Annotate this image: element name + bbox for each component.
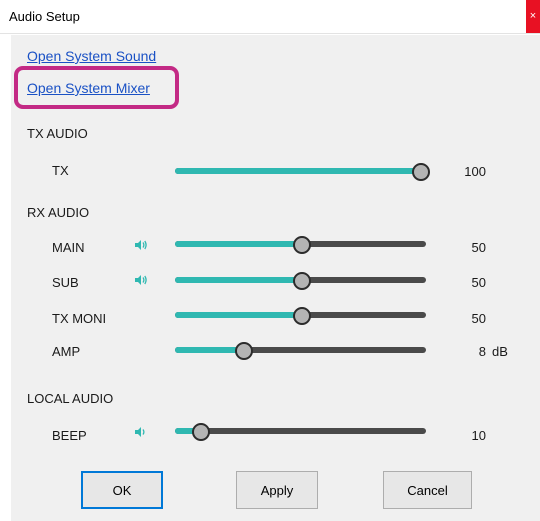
apply-button[interactable]: Apply: [236, 471, 318, 509]
title-bar: Audio Setup ×: [0, 0, 540, 34]
beep-slider-thumb[interactable]: [192, 423, 210, 441]
amp-label: AMP: [52, 344, 81, 359]
tx-audio-heading: TX AUDIO: [27, 126, 88, 141]
sub-speaker-icon[interactable]: [134, 273, 148, 287]
sub-slider-thumb[interactable]: [293, 272, 311, 290]
tx-slider[interactable]: [175, 163, 430, 181]
tx-moni-value: 50: [471, 311, 486, 326]
beep-value: 10: [471, 428, 486, 443]
main-speaker-icon[interactable]: [134, 238, 148, 252]
tx-moni-slider[interactable]: [175, 307, 426, 325]
cancel-button[interactable]: Cancel: [383, 471, 472, 509]
main-label: MAIN: [52, 240, 85, 255]
tx-moni-label: TX MONI: [52, 311, 107, 326]
local-audio-heading: LOCAL AUDIO: [27, 391, 114, 406]
tx-slider-thumb[interactable]: [412, 163, 430, 181]
amp-unit: dB: [492, 344, 508, 359]
ok-button[interactable]: OK: [81, 471, 163, 509]
sub-label: SUB: [52, 275, 79, 290]
tx-value: 100: [464, 164, 486, 179]
beep-label: BEEP: [52, 428, 87, 443]
sub-value: 50: [471, 275, 486, 290]
close-button[interactable]: ×: [526, 0, 540, 33]
beep-slider[interactable]: [175, 423, 426, 441]
amp-slider[interactable]: [175, 342, 426, 360]
beep-speaker-icon[interactable]: [134, 425, 148, 439]
amp-slider-thumb[interactable]: [235, 342, 253, 360]
rx-audio-heading: RX AUDIO: [27, 205, 90, 220]
main-slider-thumb[interactable]: [293, 236, 311, 254]
main-value: 50: [471, 240, 486, 255]
sub-slider[interactable]: [175, 272, 426, 290]
window-title: Audio Setup: [9, 9, 80, 24]
main-slider[interactable]: [175, 236, 426, 254]
tx-label: TX: [52, 163, 69, 178]
highlight-box: [14, 66, 179, 109]
tx-moni-slider-thumb[interactable]: [293, 307, 311, 325]
open-system-sound-link[interactable]: Open System Sound: [27, 48, 156, 64]
amp-value: 8: [478, 344, 486, 359]
